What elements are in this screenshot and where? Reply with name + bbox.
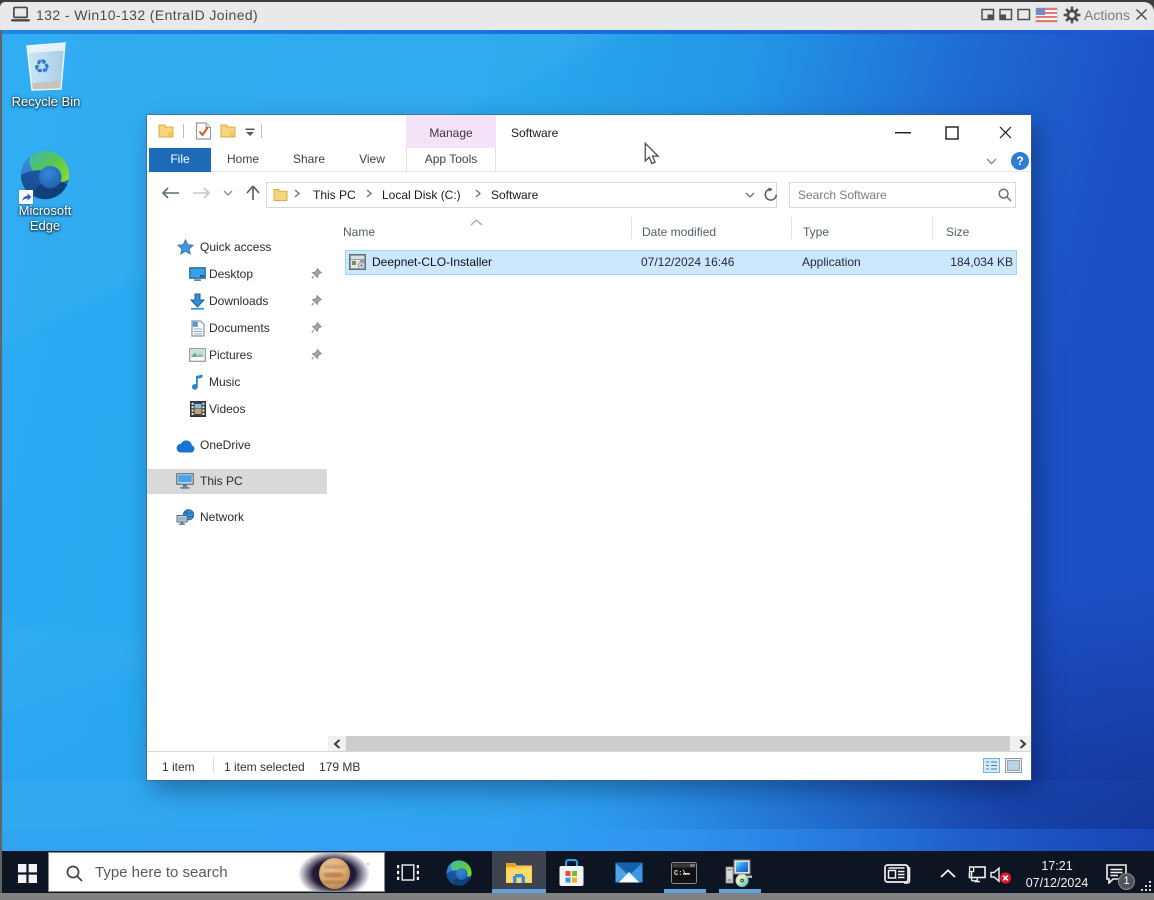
- svg-text:♻: ♻: [33, 56, 52, 78]
